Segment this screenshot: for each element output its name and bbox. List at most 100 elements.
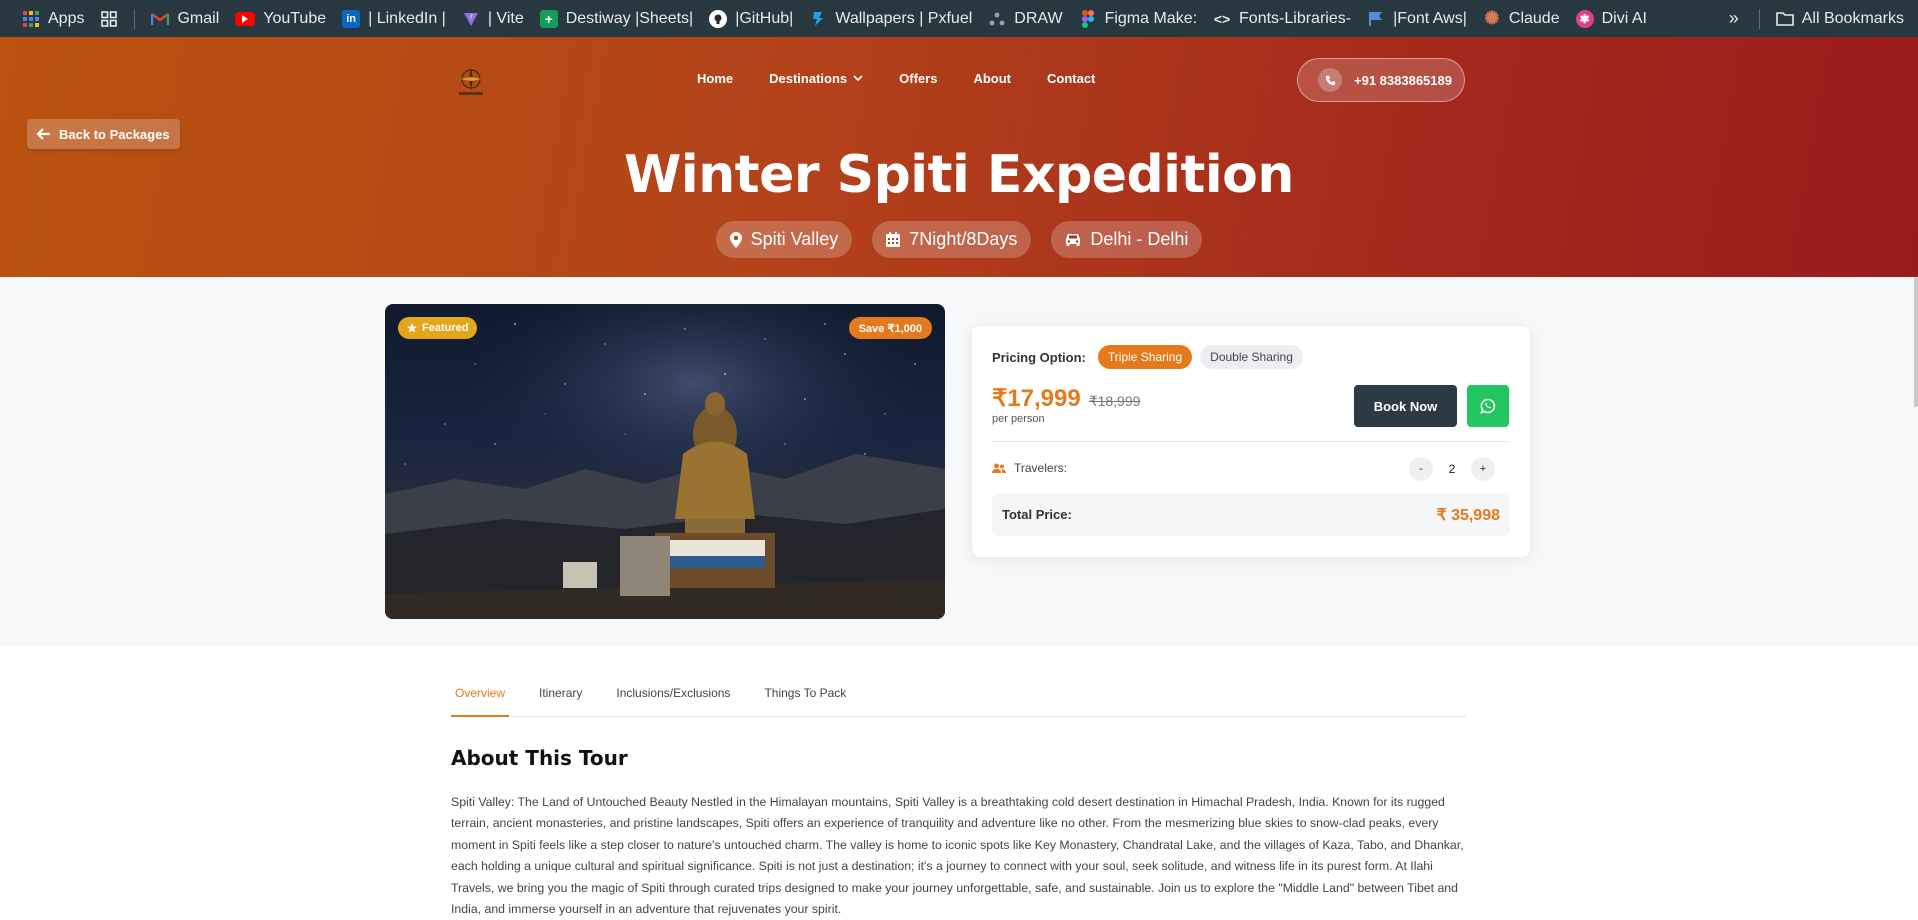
bookmark-label: Wallpapers | Pxfuel [835, 9, 973, 27]
bookmark-github[interactable]: |GitHub| [701, 0, 801, 37]
book-now-button[interactable]: Book Now [1354, 385, 1457, 427]
youtube-icon [235, 11, 256, 26]
bookmark-claude[interactable]: ✺ Claude [1475, 0, 1568, 37]
bookmark-label: Claude [1508, 9, 1560, 27]
tour-meta-chips: Spiti Valley 7Night/8Days Delhi - Delhi [0, 221, 1918, 258]
nav-about[interactable]: About [973, 71, 1011, 86]
price-block: ₹17,999 ₹18,999 [992, 384, 1140, 413]
option-triple-sharing[interactable]: Triple Sharing [1097, 345, 1193, 369]
bookmark-fontaws[interactable]: |Font Aws| [1359, 0, 1475, 37]
main-nav: Home Destinations Offers About Contact [697, 71, 1131, 86]
bookmark-label: |GitHub| [735, 9, 794, 27]
chip-label: 7Night/8Days [909, 229, 1018, 249]
page-scrollbar[interactable] [1914, 277, 1918, 407]
github-icon [709, 9, 728, 28]
back-label: Back to Packages [59, 126, 170, 142]
bookmark-divi[interactable]: ✱ Divi AI [1568, 0, 1655, 37]
bookmark-label: Destiway |Sheets| [565, 9, 694, 27]
about-text: Spiti Valley: The Land of Untouched Beau… [451, 795, 1464, 917]
chip-duration: 7Night/8Days [872, 221, 1032, 258]
phone-button[interactable]: +91 8383865189 [1297, 58, 1465, 102]
booking-card: Pricing Option: Triple Sharing Double Sh… [972, 326, 1530, 557]
tab-overview[interactable]: Overview [451, 674, 510, 717]
sheets-icon: + [539, 9, 558, 28]
bookmark-youtube[interactable]: YouTube [227, 0, 334, 37]
phone-icon [1318, 68, 1342, 92]
tab-things-to-pack[interactable]: Things To Pack [760, 674, 850, 717]
bookmark-apps[interactable]: Apps [14, 0, 92, 37]
all-bookmarks-button[interactable]: All Bookmarks [1768, 0, 1918, 37]
bookmark-label: |Font Aws| [1393, 9, 1467, 27]
travelers-label: Travelers: [1014, 461, 1067, 475]
star-icon [407, 323, 417, 333]
hero-section: Home Destinations Offers About Contact +… [0, 37, 1918, 277]
tab-itinerary[interactable]: Itinerary [535, 674, 586, 717]
bookmark-label: Fonts-Libraries- [1239, 9, 1352, 27]
card-divider [992, 441, 1510, 442]
bookmarks-overflow-button[interactable]: » [1721, 0, 1751, 37]
nav-destinations[interactable]: Destinations [769, 71, 863, 86]
bookmark-figma[interactable]: Figma Make: [1071, 0, 1205, 37]
bookmarks-bar: Apps Gmail YouTube in | LinkedIn | | Vit… [0, 0, 1918, 37]
nav-home[interactable]: Home [697, 71, 733, 86]
decrement-button[interactable]: - [1409, 457, 1433, 481]
increment-button[interactable]: + [1471, 457, 1495, 481]
bookmark-linkedin[interactable]: in | LinkedIn | [334, 0, 454, 37]
buddha-night-illustration [385, 304, 945, 619]
featured-badge: Featured [398, 317, 478, 339]
all-bookmarks-label: All Bookmarks [1801, 9, 1904, 27]
code-icon: <> [1213, 10, 1231, 27]
bookmark-label: YouTube [263, 9, 327, 27]
map-pin-icon [729, 231, 742, 248]
nav-offers[interactable]: Offers [899, 71, 937, 86]
total-label: Total Price: [1002, 507, 1072, 522]
bookmark-label: | Vite [487, 9, 524, 27]
total-value: ₹ 35,998 [1436, 506, 1500, 524]
linkedin-icon: in [342, 9, 361, 28]
nav-destinations-label: Destinations [769, 71, 848, 86]
bookmark-label: Figma Make: [1104, 9, 1198, 27]
bookmark-label: Divi AI [1601, 9, 1647, 27]
chevron-down-icon [853, 75, 863, 82]
booking-section [0, 277, 1918, 646]
travelers-count[interactable]: 2 [1433, 462, 1471, 476]
save-badge: Save ₹1,000 [848, 317, 932, 339]
tab-inclusions[interactable]: Inclusions/Exclusions [612, 674, 734, 717]
chip-route: Delhi - Delhi [1051, 221, 1203, 258]
folder-icon [1775, 10, 1794, 28]
vite-icon [462, 10, 480, 28]
calendar-icon [886, 232, 901, 247]
chip-label: Delhi - Delhi [1090, 229, 1189, 249]
bookmark-tab-groups[interactable] [92, 0, 126, 37]
bookmark-vite[interactable]: | Vite [454, 0, 532, 37]
figma-icon [1079, 9, 1097, 28]
travelers-stepper: - 2 + [1409, 457, 1495, 481]
bookmark-gmail[interactable]: Gmail [143, 0, 227, 37]
chip-location: Spiti Valley [715, 221, 853, 258]
claude-icon: ✺ [1484, 8, 1500, 28]
option-double-sharing[interactable]: Double Sharing [1200, 345, 1303, 369]
bookmark-label: Gmail [177, 9, 220, 27]
tour-photo[interactable]: Featured Save ₹1,000 [385, 304, 945, 619]
bookmark-pxfuel[interactable]: Wallpapers | Pxfuel [801, 0, 980, 37]
per-person-label: per person [992, 413, 1045, 425]
bookmark-sheets[interactable]: + Destiway |Sheets| [532, 0, 701, 37]
arrow-left-icon [37, 128, 50, 140]
travelers-row: Travelers: [992, 461, 1067, 475]
bookmark-label: Apps [48, 9, 85, 27]
bookmark-separator [1758, 8, 1760, 29]
site-logo[interactable] [452, 63, 490, 101]
whatsapp-button[interactable] [1467, 385, 1509, 427]
chip-label: Spiti Valley [750, 229, 839, 249]
original-price: ₹18,999 [1088, 393, 1141, 409]
nav-contact[interactable]: Contact [1047, 71, 1095, 86]
bookmark-fonts[interactable]: <> Fonts-Libraries- [1205, 0, 1359, 37]
chevron-double-right-icon: » [1728, 8, 1739, 28]
pricing-label: Pricing Option: [992, 349, 1086, 365]
gmail-icon [151, 10, 170, 28]
phone-number: +91 8383865189 [1354, 72, 1452, 88]
bookmark-draw[interactable]: DRAW [980, 0, 1070, 37]
tour-title: Winter Spiti Expedition [624, 145, 1294, 205]
divi-icon: ✱ [1575, 9, 1594, 28]
pxfuel-icon [809, 10, 827, 28]
